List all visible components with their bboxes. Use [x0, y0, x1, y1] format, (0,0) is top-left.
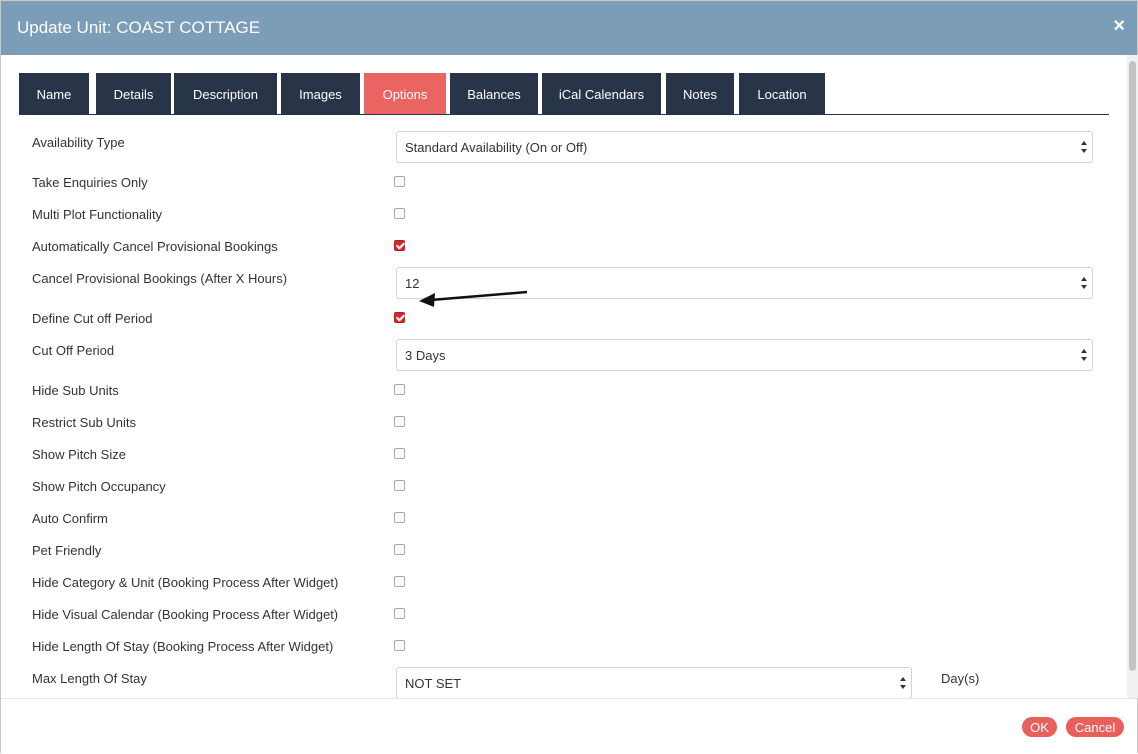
select-arrows-icon — [1081, 141, 1087, 153]
tab-location[interactable]: Location — [739, 73, 825, 115]
hide-visual-calendar-label: Hide Visual Calendar (Booking Process Af… — [32, 607, 339, 622]
max-length-of-stay-label: Max Length Of Stay — [32, 671, 147, 686]
cutoff-period-select[interactable]: 3 Days — [396, 339, 1093, 371]
update-unit-dialog: Update Unit: COAST COTTAGE × Name Detail… — [0, 0, 1138, 754]
hide-category-unit-checkbox[interactable] — [394, 576, 405, 587]
close-icon[interactable]: × — [1113, 16, 1125, 36]
cancel-hours-label: Cancel Provisional Bookings (After X Hou… — [32, 271, 288, 286]
dialog-title: Update Unit: COAST COTTAGE — [17, 18, 261, 37]
content-scrollbar[interactable] — [1127, 55, 1138, 698]
show-pitch-size-label: Show Pitch Size — [32, 447, 126, 462]
hide-category-unit-label: Hide Category & Unit (Booking Process Af… — [32, 575, 339, 590]
availability-type-select[interactable]: Standard Availability (On or Off) — [396, 131, 1093, 163]
multi-plot-checkbox[interactable] — [394, 208, 405, 219]
dialog-content: Name Details Description Images Options … — [1, 55, 1127, 698]
show-pitch-size-checkbox[interactable] — [394, 448, 405, 459]
tab-description[interactable]: Description — [174, 73, 277, 115]
define-cutoff-label: Define Cut off Period — [32, 311, 153, 326]
cancel-button[interactable]: Cancel — [1066, 717, 1124, 737]
pet-friendly-checkbox[interactable] — [394, 544, 405, 555]
select-arrows-icon — [1081, 277, 1087, 289]
take-enquiries-checkbox[interactable] — [394, 176, 405, 187]
hide-visual-calendar-checkbox[interactable] — [394, 608, 405, 619]
tab-ical-calendars[interactable]: iCal Calendars — [542, 73, 661, 115]
annotation-arrow-icon — [419, 290, 528, 307]
auto-cancel-checkbox[interactable] — [394, 240, 405, 251]
tab-notes[interactable]: Notes — [666, 73, 734, 115]
max-length-of-stay-select[interactable]: NOT SET — [396, 667, 912, 698]
hide-sub-units-checkbox[interactable] — [394, 384, 405, 395]
hide-length-of-stay-label: Hide Length Of Stay (Booking Process Aft… — [32, 639, 334, 654]
pet-friendly-label: Pet Friendly — [32, 543, 102, 558]
restrict-sub-units-label: Restrict Sub Units — [32, 415, 137, 430]
tab-name[interactable]: Name — [19, 73, 89, 115]
scrollbar-thumb[interactable] — [1129, 61, 1136, 671]
select-arrows-icon — [1081, 349, 1087, 361]
max-length-unit-label: Day(s) — [941, 671, 980, 686]
select-arrows-icon — [900, 677, 906, 689]
auto-confirm-label: Auto Confirm — [32, 511, 108, 526]
cutoff-period-value: 3 Days — [405, 347, 446, 363]
multi-plot-label: Multi Plot Functionality — [32, 207, 163, 222]
show-pitch-occupancy-checkbox[interactable] — [394, 480, 405, 491]
restrict-sub-units-checkbox[interactable] — [394, 416, 405, 427]
availability-type-label: Availability Type — [32, 135, 125, 150]
tab-divider — [19, 114, 1109, 115]
cutoff-period-label: Cut Off Period — [32, 343, 115, 358]
define-cutoff-checkbox[interactable] — [394, 312, 405, 323]
dialog-footer: OK Cancel — [1, 698, 1137, 754]
dialog-titlebar: Update Unit: COAST COTTAGE × — [1, 1, 1137, 55]
tab-images[interactable]: Images — [281, 73, 360, 115]
max-length-of-stay-value: NOT SET — [405, 675, 462, 691]
availability-type-value: Standard Availability (On or Off) — [405, 139, 588, 155]
auto-cancel-label: Automatically Cancel Provisional Booking… — [32, 239, 278, 254]
take-enquiries-label: Take Enquiries Only — [32, 175, 148, 190]
auto-confirm-checkbox[interactable] — [394, 512, 405, 523]
tab-balances[interactable]: Balances — [450, 73, 538, 115]
ok-button[interactable]: OK — [1022, 717, 1057, 737]
tab-details[interactable]: Details — [96, 73, 171, 115]
show-pitch-occupancy-label: Show Pitch Occupancy — [32, 479, 166, 494]
hide-sub-units-label: Hide Sub Units — [32, 383, 119, 398]
hide-length-of-stay-checkbox[interactable] — [394, 640, 405, 651]
tab-options[interactable]: Options — [364, 73, 446, 115]
